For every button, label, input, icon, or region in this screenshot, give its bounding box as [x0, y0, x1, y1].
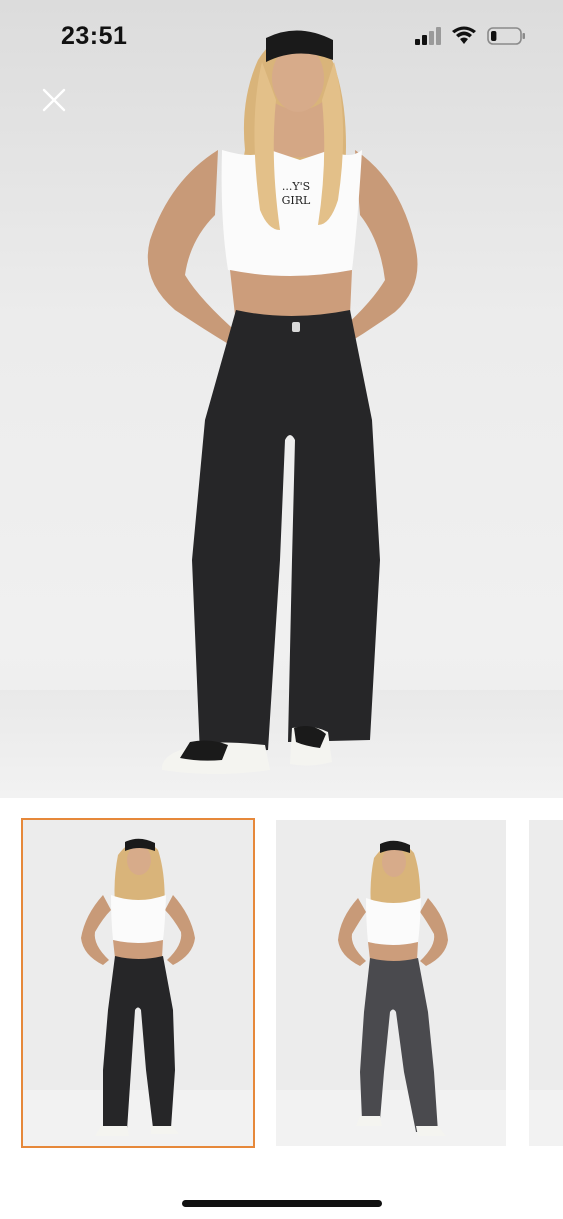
- status-bar: 23:51: [0, 0, 563, 76]
- thumbnail-3-partial[interactable]: [529, 820, 563, 1146]
- product-hero-image[interactable]: ...Y'S GIRL: [0, 0, 563, 798]
- wifi-icon: [451, 26, 477, 46]
- close-button[interactable]: [36, 82, 72, 118]
- thumbnail-model-image: [276, 820, 506, 1146]
- cellular-signal-icon: [415, 27, 441, 45]
- close-icon: [41, 87, 67, 113]
- thumbnail-model-image: [529, 820, 563, 1146]
- status-time: 23:51: [61, 22, 128, 50]
- thumbnail-2[interactable]: [276, 820, 506, 1146]
- shirt-print-text: ...Y'S GIRL: [281, 180, 311, 207]
- home-indicator[interactable]: [182, 1200, 382, 1207]
- thumbnail-model-image: [23, 820, 253, 1146]
- model-figure: [147, 30, 418, 774]
- battery-icon: [487, 26, 527, 46]
- thumbnail-1[interactable]: [21, 818, 255, 1148]
- thumbnail-strip[interactable]: [0, 808, 563, 1160]
